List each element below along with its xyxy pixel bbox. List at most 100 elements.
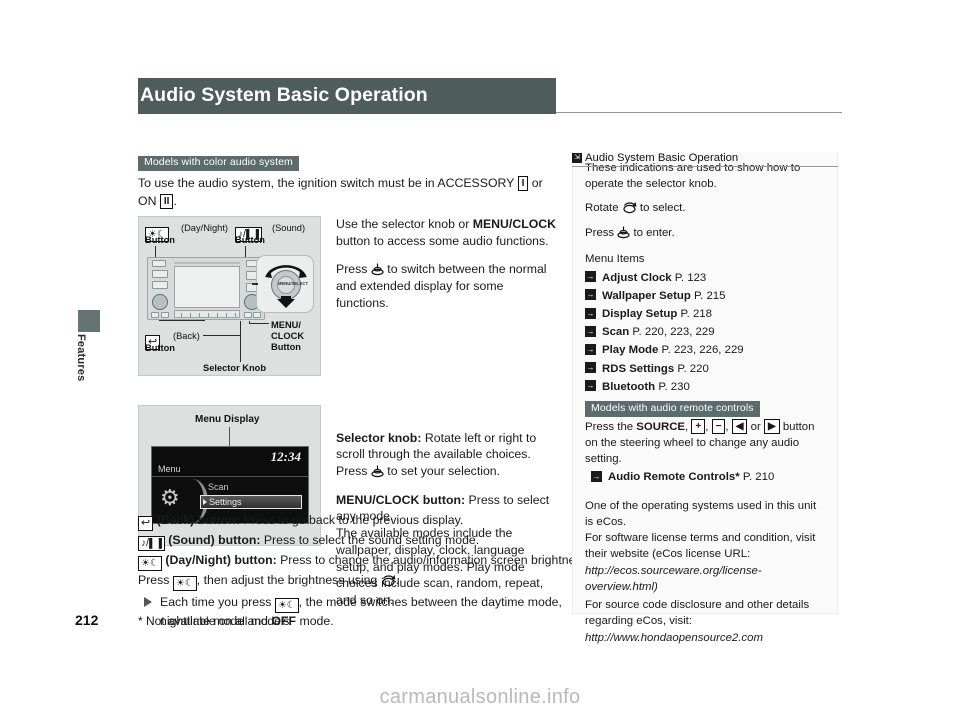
lead-line-back-h	[203, 334, 241, 336]
remote-ref-asterisk: *	[735, 471, 740, 484]
section-tab-marker	[78, 310, 100, 332]
back-button-name: (Back) button:	[156, 513, 240, 527]
menuclock-bold-label: MENU/CLOCK button:	[336, 492, 466, 507]
menu-label: Menu	[158, 463, 181, 474]
lead-line-selector-knob	[240, 335, 241, 362]
remote-chip-wrapper: Models with audio remote controls	[585, 401, 827, 418]
faceplate-display-screen	[174, 265, 240, 308]
audio-unit-faceplate	[147, 256, 265, 320]
sound-button-word: Button	[235, 234, 265, 245]
menuclock-label-line2: CLOCK	[271, 330, 305, 341]
press-text-sidebar-b: to enter.	[633, 227, 675, 240]
rotate-text-a: Rotate	[585, 202, 619, 215]
press-text-a: Press	[138, 573, 170, 587]
menu-item-ref[interactable]: → Adjust Clock P. 123	[585, 270, 827, 286]
side-note-header: ⇲ Audio System Basic Operation	[572, 152, 838, 167]
page-number: 212	[75, 612, 99, 628]
side-note-body: These indications are used to show how t…	[573, 152, 837, 647]
menu-items-heading: Menu Items	[585, 252, 645, 265]
remote-ref-label: Audio Remote Controls	[608, 471, 736, 484]
menu-item-ref[interactable]: → Bluetooth P. 230	[585, 379, 827, 395]
menu-item-ref[interactable]: → RDS Settings P. 220	[585, 361, 827, 377]
faceplate-bottom-left-button-2	[161, 311, 169, 318]
menu-option-settings-row[interactable]: Settings	[200, 494, 302, 509]
menu-clock-button-on-faceplate[interactable]	[253, 311, 261, 318]
faceplate-left-button-1	[152, 269, 168, 278]
intro-paragraph: To use the audio system, the ignition sw…	[138, 175, 558, 210]
right-arrow-button-icon: ▶	[763, 419, 780, 435]
menu-item-label: RDS Settings	[602, 362, 675, 375]
para2-part-a: Press	[336, 262, 368, 277]
menu-option-scan[interactable]: Scan	[208, 482, 229, 492]
menu-item-ref[interactable]: → Scan P. 220, 223, 229	[585, 324, 827, 340]
lead-line-faceplate-bottom	[159, 319, 205, 321]
bullet-text-a: Each time you press	[160, 595, 272, 609]
sidebar-rotate-line: Rotate to select.	[585, 201, 827, 217]
rotate-knob-icon	[382, 575, 396, 587]
press-text-sidebar-a: Press	[585, 227, 615, 240]
ecos-paragraph-2: For software license terms and condition…	[585, 531, 816, 560]
back-button-on-faceplate[interactable]	[244, 311, 252, 318]
menu-item-ref[interactable]: → Play Mode P. 223, 226, 229	[585, 342, 827, 358]
intro-prefix-text: To use the audio system, the ignition sw…	[138, 176, 515, 191]
ecos-paragraph-3: For source code disclosure and other det…	[585, 598, 810, 627]
brightness-adjust-row: Press ☀☾, then adjust the brightness usi…	[138, 572, 568, 591]
faceplate-preset-strip	[174, 309, 240, 318]
remote-ref-page: P. 210	[742, 471, 775, 484]
faceplate-left-button-2	[152, 280, 168, 289]
section-ref-icon: ⇲	[572, 153, 582, 163]
callout-knob-label: MENU/SELECT	[277, 275, 308, 294]
page-footnote: * Not available on all models	[138, 614, 290, 628]
para2-part-b: to switch between the normal and extende…	[336, 262, 547, 310]
menu-item-ref[interactable]: → Wallpaper Setup P. 215	[585, 288, 827, 304]
press-knob-icon-2	[371, 465, 384, 478]
jump-arrow-icon: →	[585, 380, 596, 392]
daynight-button-icon: ☀☾	[138, 556, 162, 571]
jump-arrow-icon: →	[585, 362, 596, 374]
press-text-c: .	[395, 573, 400, 587]
ecos-paragraph-1: One of the operating systems used in thi…	[585, 500, 817, 529]
audio-faceplate-illustration: ☀☾ (Day/Night) Button ♪/▌▐ (Sound) Butto…	[138, 215, 321, 376]
menu-item-label: Display Setup	[602, 308, 678, 321]
menuclock-label-line3: Button	[271, 341, 301, 352]
menu-item-page: P. 220	[677, 362, 709, 375]
audio-remote-controls-ref[interactable]: → Audio Remote Controls* P. 210	[591, 469, 827, 485]
rotate-arrow-icon	[265, 265, 307, 278]
daynight-button-word: Button	[145, 234, 175, 245]
jump-arrow-icon: →	[585, 343, 596, 355]
intro-suffix-text: .	[173, 193, 177, 208]
sound-button-name: (Sound) button:	[168, 533, 261, 547]
para1-part-b: button to access some audio functions.	[336, 233, 549, 248]
sound-button-desc: Press to select the sound setting mode.	[263, 533, 480, 547]
menu-display-caption: Menu Display	[195, 413, 260, 425]
menu-item-label: Scan	[602, 326, 630, 339]
menu-item-page: P. 218	[680, 308, 712, 321]
menu-item-page: P. 123	[674, 271, 707, 284]
menu-item-page: P. 215	[694, 289, 726, 302]
press-text-b: , then adjust the brightness using	[196, 573, 378, 587]
remote-text-a: Press the	[585, 421, 634, 434]
press-arrow-icon	[277, 295, 295, 308]
button-description-list: ↩ (Back) button: Press to go back to the…	[138, 512, 591, 631]
back-button-description-row: ↩ (Back) button: Press to go back to the…	[138, 512, 568, 531]
section-tab-label: Features	[75, 334, 87, 382]
menu-item-ref[interactable]: → Display Setup P. 218	[585, 306, 827, 322]
rotate-text-b: to select.	[639, 202, 686, 215]
para1-part-a: Use the selector knob or	[336, 216, 473, 231]
jump-arrow-icon: →	[585, 271, 596, 283]
sidebar-remote-instruction: Press the SOURCE, +, −, ◀ or ▶ button on…	[585, 419, 815, 465]
menu-item-label: Bluetooth	[602, 380, 656, 393]
menu-item-label: Play Mode	[602, 344, 659, 357]
menu-display-top-bar: 12:34 Menu	[152, 446, 308, 477]
header-divider-rule	[556, 112, 842, 113]
sound-caption: (Sound)	[272, 222, 306, 233]
daynight-caption: (Day/Night)	[181, 222, 229, 233]
selection-caret-icon	[203, 498, 207, 505]
clock-readout: 12:34	[270, 448, 301, 464]
menuclock-bold-text: MENU/CLOCK	[472, 216, 557, 231]
sound-button-icon: ♪/▌▐	[138, 536, 165, 551]
menu-item-page: P. 220, 223, 229	[632, 326, 715, 339]
selector-knob-caption: Selector Knob	[203, 362, 267, 373]
models-remote-controls-chip: Models with audio remote controls	[585, 401, 760, 418]
selector-knob-bold-label: Selector knob:	[336, 430, 422, 445]
